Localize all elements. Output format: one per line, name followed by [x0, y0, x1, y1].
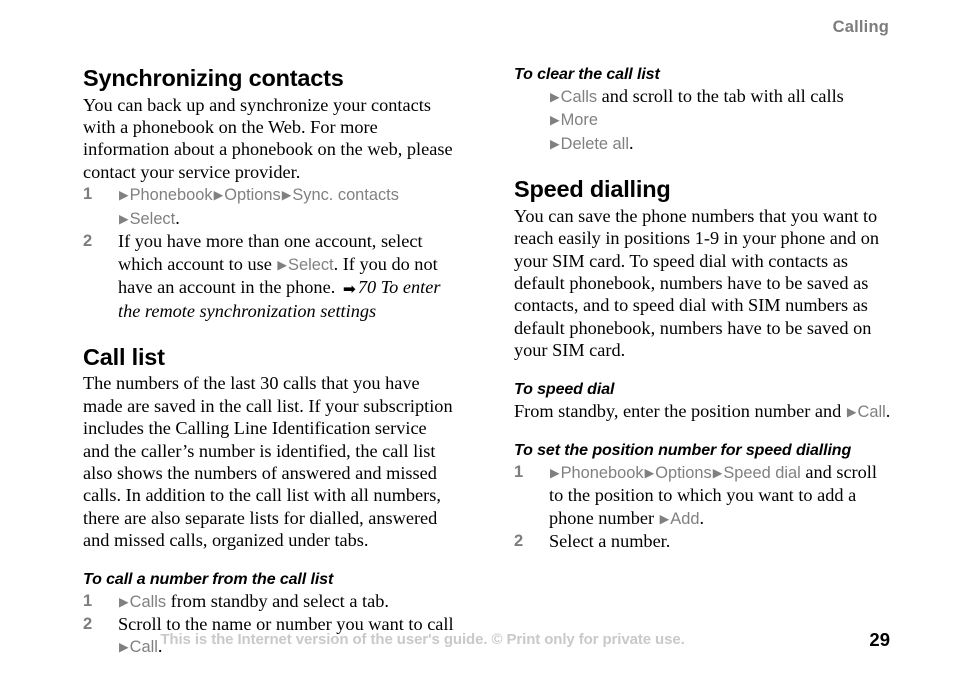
- footer-page-number: 29: [869, 629, 890, 650]
- subsection-title: To clear the call list: [514, 66, 660, 83]
- ui-term: Call: [857, 402, 886, 421]
- cross-reference-text[interactable]: 70 To enter the remote synchronization s…: [118, 277, 440, 321]
- ui-step-arrow-icon: ▶: [213, 188, 224, 203]
- section-paragraph: You can save the phone numbers that you …: [514, 205, 880, 361]
- section-paragraph: The numbers of the last 30 calls that yo…: [83, 373, 453, 551]
- step-list: 1 ▶Phonebook▶Options▶Sync. contacts ▶Selec…: [83, 183, 455, 322]
- ui-step-arrow-icon: ▶: [277, 257, 288, 272]
- instruction-line: From standby, enter the position number …: [514, 400, 891, 421]
- ui-term: Phonebook: [560, 463, 644, 482]
- step-item: 1 ▶Phonebook▶Options▶Speed dial and scrol…: [514, 461, 877, 528]
- ui-term: Options: [224, 186, 281, 205]
- subsection-title: To speed dial: [514, 380, 615, 398]
- step-list: 1 ▶Phonebook▶Options▶Speed dial and scrol…: [514, 461, 892, 553]
- ui-step-arrow-icon: ▶: [644, 465, 655, 480]
- ui-step-arrow-icon: ▶: [846, 404, 857, 419]
- ui-step-arrow-icon: ▶: [550, 89, 560, 104]
- step-number: 2: [514, 532, 524, 551]
- right-column: To clear the call list ▶Calls and scroll …: [514, 66, 892, 552]
- footer-copyright-note: This is the Internet version of the user…: [160, 631, 685, 648]
- ui-term: Add: [670, 509, 700, 528]
- section-paragraph: You can back up and synchronize your con…: [83, 94, 453, 182]
- ui-term: Select: [129, 209, 176, 228]
- ui-term: Calls: [129, 592, 167, 611]
- ui-term: Calls: [560, 87, 598, 106]
- page-body: Synchronizing contacts You can back up an…: [0, 66, 954, 657]
- ui-term: Options: [655, 463, 712, 482]
- step-number: 1: [514, 462, 524, 481]
- ui-step-arrow-icon: ▶: [119, 188, 129, 203]
- ui-term: More: [560, 111, 598, 130]
- step-item: 1 ▶Calls from standby and select a tab.: [83, 590, 389, 611]
- ui-step-arrow-icon: ▶: [550, 465, 560, 480]
- step-item: 2 Select a number.: [514, 531, 671, 552]
- ui-step-arrow-icon: ▶: [281, 188, 292, 203]
- ui-step-arrow-icon: ▶: [659, 511, 670, 526]
- ui-term: Sync. contacts: [292, 186, 399, 205]
- ui-step-arrow-icon: ▶: [119, 211, 129, 226]
- subsection-title: To set the position number for speed dia…: [514, 441, 852, 459]
- ui-term: Delete all: [560, 134, 629, 153]
- step-number: 1: [83, 185, 93, 204]
- subsection-title: To call a number from the call list: [83, 570, 334, 588]
- ui-step-arrow-icon: ▶: [550, 113, 560, 128]
- ui-term: Speed dial: [723, 463, 801, 482]
- section-title: Synchronizing contacts: [83, 65, 344, 91]
- page-header-chapter: Calling: [832, 18, 889, 36]
- ui-step-arrow-icon: ▶: [119, 594, 129, 609]
- ui-step-arrow-icon: ▶: [550, 136, 560, 151]
- ui-term: Select: [288, 255, 334, 274]
- ui-step-arrow-icon: ▶: [712, 465, 723, 480]
- step-number: 2: [83, 232, 93, 251]
- section-title: Speed dialling: [514, 176, 671, 203]
- left-column: Synchronizing contacts You can back up an…: [83, 66, 455, 659]
- step-item: 1 ▶Phonebook▶Options▶Sync. contacts ▶Selec…: [83, 185, 399, 228]
- step-item: 2 If you have more than one account, sele…: [83, 231, 441, 322]
- cross-reference-arrow-icon: ➡: [342, 279, 356, 298]
- ui-term: Phonebook: [129, 186, 213, 205]
- section-title: Call list: [83, 343, 165, 370]
- step-number: 1: [83, 591, 93, 610]
- page-footer: This is the Internet version of the user…: [0, 629, 954, 655]
- instruction-step: ▶Calls and scroll to the tab with all ca…: [550, 85, 844, 153]
